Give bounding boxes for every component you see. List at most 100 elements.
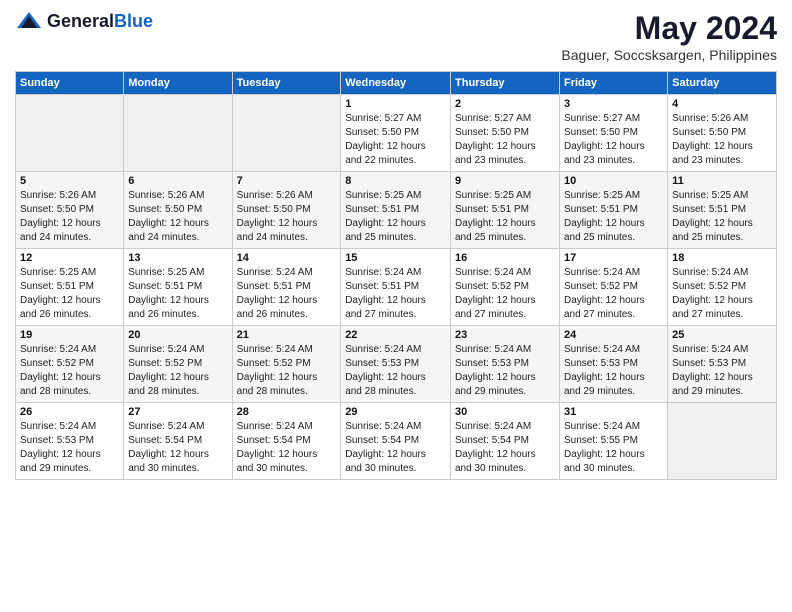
calendar-cell: 17 Sunrise: 5:24 AMSunset: 5:52 PMDayligh… [559,249,667,326]
day-number: 17 [564,252,663,264]
day-number: 1 [345,98,446,110]
calendar-cell: 8 Sunrise: 5:25 AMSunset: 5:51 PMDaylight… [341,172,451,249]
calendar-cell: 21 Sunrise: 5:24 AMSunset: 5:52 PMDayligh… [232,326,341,403]
day-info: Sunrise: 5:24 AMSunset: 5:54 PMDaylight:… [128,420,227,476]
day-info: Sunrise: 5:27 AMSunset: 5:50 PMDaylight:… [455,112,555,168]
day-number: 25 [672,329,772,341]
title-area: May 2024 Baguer, Soccsksargen, Philippin… [561,10,777,63]
day-info: Sunrise: 5:24 AMSunset: 5:52 PMDaylight:… [128,343,227,399]
day-info: Sunrise: 5:25 AMSunset: 5:51 PMDaylight:… [455,189,555,245]
day-info: Sunrise: 5:26 AMSunset: 5:50 PMDaylight:… [20,189,119,245]
day-info: Sunrise: 5:24 AMSunset: 5:53 PMDaylight:… [455,343,555,399]
day-info: Sunrise: 5:26 AMSunset: 5:50 PMDaylight:… [128,189,227,245]
day-number: 12 [20,252,119,264]
calendar-cell: 10 Sunrise: 5:25 AMSunset: 5:51 PMDayligh… [559,172,667,249]
day-number: 28 [237,406,337,418]
calendar-cell: 5 Sunrise: 5:26 AMSunset: 5:50 PMDaylight… [16,172,124,249]
day-number: 19 [20,329,119,341]
calendar-cell [124,95,232,172]
day-number: 27 [128,406,227,418]
day-number: 24 [564,329,663,341]
calendar-cell: 19Sunrise: 5:24 AMSunset: 5:52 PMDayligh… [16,326,124,403]
day-of-week-header: Tuesday [232,72,341,95]
day-info: Sunrise: 5:25 AMSunset: 5:51 PMDaylight:… [20,266,119,322]
calendar-cell [668,403,777,480]
calendar-cell: 31Sunrise: 5:24 AMSunset: 5:55 PMDayligh… [559,403,667,480]
day-number: 2 [455,98,555,110]
calendar-cell: 23 Sunrise: 5:24 AMSunset: 5:53 PMDayligh… [451,326,560,403]
day-of-week-header: Sunday [16,72,124,95]
day-of-week-header: Friday [559,72,667,95]
day-info: Sunrise: 5:25 AMSunset: 5:51 PMDaylight:… [345,189,446,245]
calendar-cell: 18 Sunrise: 5:24 AMSunset: 5:52 PMDayligh… [668,249,777,326]
day-info: Sunrise: 5:26 AMSunset: 5:50 PMDaylight:… [672,112,772,168]
day-info: Sunrise: 5:25 AMSunset: 5:51 PMDaylight:… [128,266,227,322]
calendar-cell: 28Sunrise: 5:24 AMSunset: 5:54 PMDayligh… [232,403,341,480]
calendar-cell: 4Sunrise: 5:26 AMSunset: 5:50 PMDaylight… [668,95,777,172]
day-info: Sunrise: 5:24 AMSunset: 5:52 PMDaylight:… [564,266,663,322]
calendar-cell: 1 Sunrise: 5:27 AMSunset: 5:50 PMDaylight… [341,95,451,172]
day-number: 21 [237,329,337,341]
day-number: 26 [20,406,119,418]
day-number: 31 [564,406,663,418]
day-info: Sunrise: 5:24 AMSunset: 5:51 PMDaylight:… [237,266,337,322]
calendar-cell [16,95,124,172]
calendar-cell: 7 Sunrise: 5:26 AMSunset: 5:50 PMDaylight… [232,172,341,249]
day-info: Sunrise: 5:24 AMSunset: 5:52 PMDaylight:… [455,266,555,322]
calendar-week-row: 1 Sunrise: 5:27 AMSunset: 5:50 PMDaylight… [16,95,777,172]
calendar-cell: 22 Sunrise: 5:24 AMSunset: 5:53 PMDayligh… [341,326,451,403]
day-number: 18 [672,252,772,264]
header: GeneralBlue May 2024 Baguer, Soccsksarge… [15,10,777,63]
day-number: 7 [237,175,337,187]
calendar-cell: 30 Sunrise: 5:24 AMSunset: 5:54 PMDayligh… [451,403,560,480]
day-number: 30 [455,406,555,418]
calendar-header-row: SundayMondayTuesdayWednesdayThursdayFrid… [16,72,777,95]
day-number: 8 [345,175,446,187]
calendar-week-row: 12 Sunrise: 5:25 AMSunset: 5:51 PMDayligh… [16,249,777,326]
day-info: Sunrise: 5:25 AMSunset: 5:51 PMDaylight:… [564,189,663,245]
calendar-cell: 12 Sunrise: 5:25 AMSunset: 5:51 PMDayligh… [16,249,124,326]
day-info: Sunrise: 5:24 AMSunset: 5:52 PMDaylight:… [672,266,772,322]
day-number: 11 [672,175,772,187]
calendar-cell: 11Sunrise: 5:25 AMSunset: 5:51 PMDayligh… [668,172,777,249]
day-info: Sunrise: 5:24 AMSunset: 5:52 PMDaylight:… [237,343,337,399]
day-info: Sunrise: 5:24 AMSunset: 5:53 PMDaylight:… [345,343,446,399]
day-info: Sunrise: 5:24 AMSunset: 5:53 PMDaylight:… [564,343,663,399]
day-number: 15 [345,252,446,264]
logo-wordmark: GeneralBlue [47,11,153,32]
day-number: 23 [455,329,555,341]
day-info: Sunrise: 5:24 AMSunset: 5:54 PMDaylight:… [455,420,555,476]
logo-blue-text: Blue [114,11,153,31]
day-info: Sunrise: 5:26 AMSunset: 5:50 PMDaylight:… [237,189,337,245]
calendar-cell: 16 Sunrise: 5:24 AMSunset: 5:52 PMDayligh… [451,249,560,326]
calendar-cell: 20Sunrise: 5:24 AMSunset: 5:52 PMDayligh… [124,326,232,403]
day-number: 5 [20,175,119,187]
day-of-week-header: Saturday [668,72,777,95]
calendar-cell: 27 Sunrise: 5:24 AMSunset: 5:54 PMDayligh… [124,403,232,480]
calendar-week-row: 26Sunrise: 5:24 AMSunset: 5:53 PMDayligh… [16,403,777,480]
day-number: 22 [345,329,446,341]
logo-general-text: General [47,11,114,31]
calendar-cell: 6 Sunrise: 5:26 AMSunset: 5:50 PMDaylight… [124,172,232,249]
calendar-cell: 2 Sunrise: 5:27 AMSunset: 5:50 PMDaylight… [451,95,560,172]
calendar-cell: 25 Sunrise: 5:24 AMSunset: 5:53 PMDayligh… [668,326,777,403]
day-number: 16 [455,252,555,264]
calendar-cell: 9 Sunrise: 5:25 AMSunset: 5:51 PMDaylight… [451,172,560,249]
logo: GeneralBlue [15,10,153,32]
calendar-cell [232,95,341,172]
day-info: Sunrise: 5:27 AMSunset: 5:50 PMDaylight:… [345,112,446,168]
generalblue-logo-icon [15,10,43,32]
calendar-cell: 15Sunrise: 5:24 AMSunset: 5:51 PMDayligh… [341,249,451,326]
day-number: 9 [455,175,555,187]
calendar-cell: 24 Sunrise: 5:24 AMSunset: 5:53 PMDayligh… [559,326,667,403]
day-of-week-header: Monday [124,72,232,95]
day-number: 6 [128,175,227,187]
calendar-cell: 14Sunrise: 5:24 AMSunset: 5:51 PMDayligh… [232,249,341,326]
day-number: 13 [128,252,227,264]
subtitle: Baguer, Soccsksargen, Philippines [561,47,777,63]
day-info: Sunrise: 5:24 AMSunset: 5:53 PMDaylight:… [672,343,772,399]
calendar-cell: 26Sunrise: 5:24 AMSunset: 5:53 PMDayligh… [16,403,124,480]
day-number: 10 [564,175,663,187]
calendar-cell: 3Sunrise: 5:27 AMSunset: 5:50 PMDaylight… [559,95,667,172]
day-of-week-header: Wednesday [341,72,451,95]
